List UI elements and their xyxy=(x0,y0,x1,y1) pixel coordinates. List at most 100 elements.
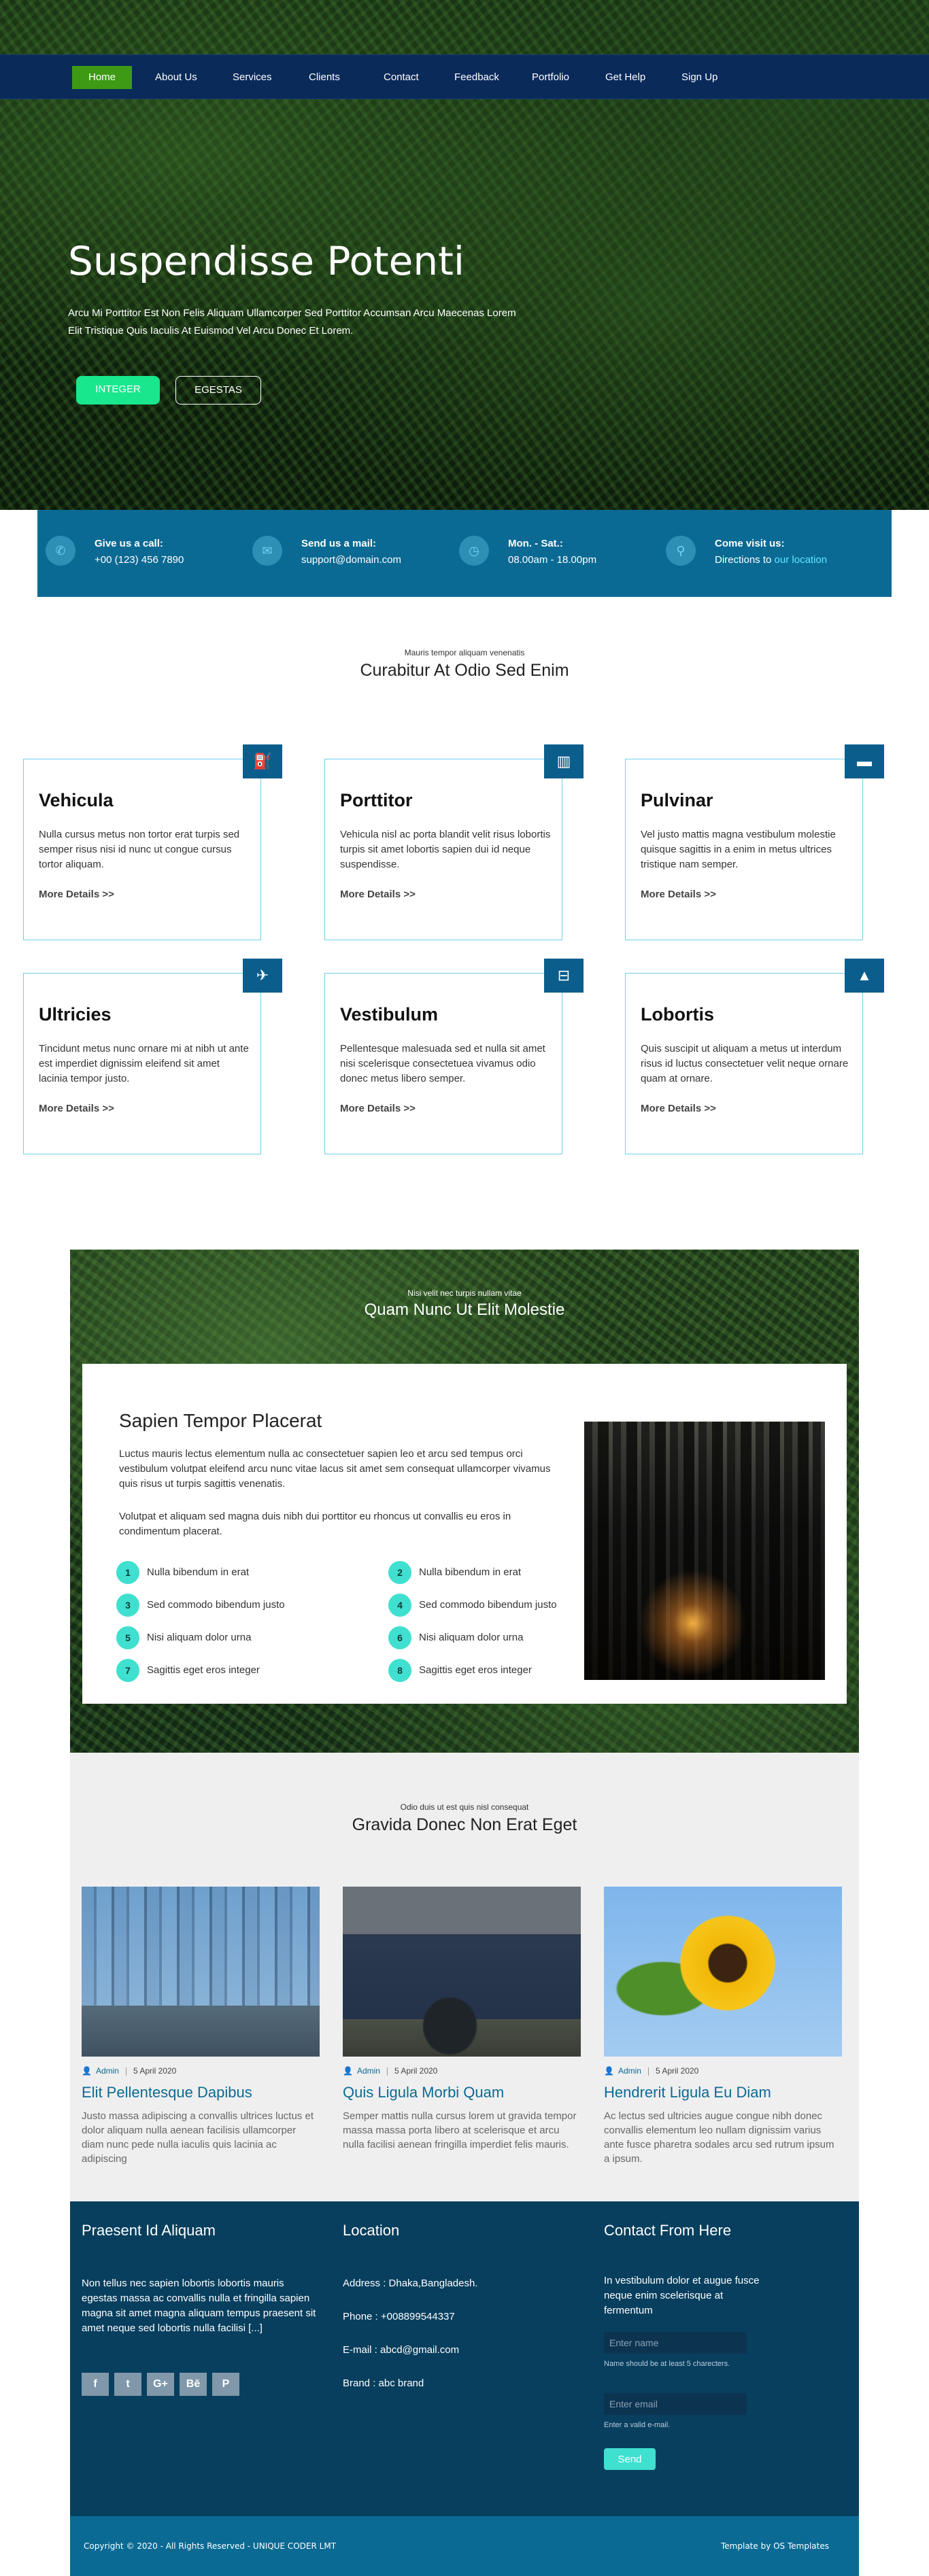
list-label: Sagittis eget eros integer xyxy=(419,1664,532,1676)
nav-item-contact[interactable]: Contact xyxy=(367,66,435,89)
location-icon: ⚲ xyxy=(666,536,696,566)
info-mail-text: support@domain.com xyxy=(301,554,401,566)
send-button[interactable]: Send xyxy=(604,2448,656,2470)
post-image-barn[interactable] xyxy=(343,1887,581,2057)
more-details-link[interactable]: More Details >> xyxy=(39,889,114,900)
card-text: Quis suscipit ut aliquam a metus ut inte… xyxy=(641,1043,849,1084)
name-input[interactable] xyxy=(604,2332,747,2354)
nav-item-portfolio[interactable]: Portfolio xyxy=(516,66,586,89)
feature-paragraph-1: Luctus mauris lectus elementum nulla ac … xyxy=(119,1448,551,1490)
post-excerpt: Ac lectus sed ultricies augue congue nib… xyxy=(604,2110,834,2165)
info-mail-title: Send us a mail: xyxy=(301,538,377,549)
card-text: Tincidunt metus nunc ornare mi at nibh u… xyxy=(39,1043,249,1084)
service-card: ⛽ Vehicula Nulla cursus metus non tortor… xyxy=(23,744,282,940)
more-details-link[interactable]: More Details >> xyxy=(39,1103,114,1114)
post-title[interactable]: Hendrerit Ligula Eu Diam xyxy=(604,2084,771,2101)
integer-button[interactable]: INTEGER xyxy=(76,376,160,405)
post-author[interactable]: Admin xyxy=(357,2066,380,2076)
post-author[interactable]: Admin xyxy=(96,2066,119,2076)
dolly-icon: ⊟ xyxy=(544,959,584,993)
list-label: Nulla bibendum in erat xyxy=(419,1566,522,1578)
nav-item-feedback[interactable]: Feedback xyxy=(438,66,516,89)
post-title[interactable]: Elit Pellentesque Dapibus xyxy=(82,2084,252,2101)
footer: Praesent Id Aliquam Non tellus nec sapie… xyxy=(70,2201,859,2516)
card-title: Vestibulum xyxy=(340,1004,439,1025)
google-plus-icon[interactable]: G+ xyxy=(147,2373,174,2396)
nav-item-about-us[interactable]: About Us xyxy=(139,66,214,89)
post-image-silos[interactable] xyxy=(82,1887,320,2057)
post-meta: 👤 Admin 5 April 2020 xyxy=(604,2066,698,2076)
more-details-link[interactable]: More Details >> xyxy=(340,889,416,900)
more-details-link[interactable]: More Details >> xyxy=(641,889,716,900)
clock-icon: ◷ xyxy=(459,536,489,566)
post-image-sunflower[interactable] xyxy=(604,1887,842,2057)
info-visit-text: Directions to our location xyxy=(715,554,827,566)
list-label: Nisi aliquam dolor urna xyxy=(147,1632,252,1643)
info-hours-title: Mon. - Sat.: xyxy=(508,538,563,549)
nav-item-sign-up[interactable]: Sign Up xyxy=(665,66,734,89)
footer-email: E-mail : abcd@gmail.com xyxy=(343,2344,460,2356)
feature-paragraph-2: Volutpat et aliquam sed magna duis nibh … xyxy=(119,1511,511,1537)
list-number: 3 xyxy=(116,1594,139,1617)
forest-photo xyxy=(584,1422,825,1680)
list-number: 8 xyxy=(388,1659,411,1682)
footer-about-title: Praesent Id Aliquam xyxy=(82,2222,216,2239)
nav-item-services[interactable]: Services xyxy=(216,66,288,89)
info-hours-text: 08.00am - 18.00pm xyxy=(508,554,597,566)
info-call-text: +00 (123) 456 7890 xyxy=(95,554,184,566)
our-location-link[interactable]: our location xyxy=(775,554,828,566)
post-excerpt: Semper mattis nulla cursus lorem ut grav… xyxy=(343,2110,577,2150)
info-visit-title: Come visit us: xyxy=(715,538,785,549)
service-card: ▥ Porttitor Vehicula nisl ac porta bland… xyxy=(324,744,584,940)
pinterest-icon[interactable]: P xyxy=(212,2373,239,2396)
gas-station-icon: ⛽ xyxy=(243,744,282,778)
service-card: ▬ Pulvinar Vel justo mattis magna vestib… xyxy=(625,744,884,940)
hero-title: Suspendisse Potenti xyxy=(68,238,464,284)
post-meta: 👤 Admin 5 April 2020 xyxy=(343,2066,437,2076)
more-details-link[interactable]: More Details >> xyxy=(340,1103,416,1114)
hero-subtitle: Arcu Mi Porttitor Est Non Felis Aliquam … xyxy=(68,307,516,337)
email-input[interactable] xyxy=(604,2393,747,2415)
egestas-button[interactable]: EGESTAS xyxy=(175,376,261,405)
divider xyxy=(386,2067,388,2076)
building-icon: ▥ xyxy=(544,744,584,778)
nav-item-home[interactable]: Home xyxy=(72,66,133,89)
facebook-icon[interactable]: f xyxy=(82,2373,109,2396)
card-title: Porttitor xyxy=(340,790,413,810)
user-icon: 👤 xyxy=(604,2066,614,2076)
post-title[interactable]: Quis Ligula Morbi Quam xyxy=(343,2084,504,2101)
blog-title: Gravida Donec Non Erat Eget xyxy=(352,1815,577,1834)
phone-icon: ✆ xyxy=(46,536,75,566)
post-date: 5 April 2020 xyxy=(133,2066,177,2076)
services-kicker: Mauris tempor aliquam venenatis xyxy=(404,648,525,657)
list-label: Nulla bibendum in erat xyxy=(147,1566,250,1578)
list-number: 2 xyxy=(388,1561,411,1584)
card-title: Pulvinar xyxy=(641,790,713,810)
nav-item-clients[interactable]: Clients xyxy=(292,66,356,89)
card-text: Vel justo mattis magna vestibulum molest… xyxy=(641,829,836,870)
list-label: Sed commodo bibendum justo xyxy=(147,1599,285,1611)
contact-info-bar: ✆ Give us a call: +00 (123) 456 7890 ✉ S… xyxy=(37,510,892,597)
hero-section: Home About Us Services Clients Contact F… xyxy=(0,0,929,510)
twitter-icon[interactable]: t xyxy=(114,2373,141,2396)
name-hint: Name should be at least 5 charecters. xyxy=(604,2360,730,2368)
feature-box: Sapien Tempor Placerat Luctus mauris lec… xyxy=(82,1364,847,1704)
blog-section: Odio duis ut est quis nisl consequat Gra… xyxy=(70,1753,859,2201)
copyright-bar: Copyright © 2020 - All Rights Reserved -… xyxy=(70,2516,859,2576)
behance-icon[interactable]: Bē xyxy=(180,2373,207,2396)
services-title: Curabitur At Odio Sed Enim xyxy=(360,661,569,680)
mail-icon: ✉ xyxy=(252,536,282,566)
footer-brand: Brand : abc brand xyxy=(343,2377,424,2389)
service-card: ▲ Lobortis Quis suscipit ut aliquam a me… xyxy=(625,959,884,1154)
template-credit-link[interactable]: Template by OS Templates xyxy=(721,2541,829,2551)
card-title: Ultricies xyxy=(39,1004,112,1025)
list-number: 7 xyxy=(116,1659,139,1682)
crow-icon: ✈ xyxy=(243,959,282,993)
feature-kicker: Nisi velit nec turpis nullam vitae xyxy=(407,1288,522,1298)
footer-contact-title: Contact From Here xyxy=(604,2222,732,2239)
card-title: Vehicula xyxy=(39,790,114,810)
more-details-link[interactable]: More Details >> xyxy=(641,1103,716,1114)
feature-title: Quam Nunc Ut Elit Molestie xyxy=(364,1301,565,1319)
post-author[interactable]: Admin xyxy=(618,2066,641,2076)
nav-item-get-help[interactable]: Get Help xyxy=(589,66,662,89)
